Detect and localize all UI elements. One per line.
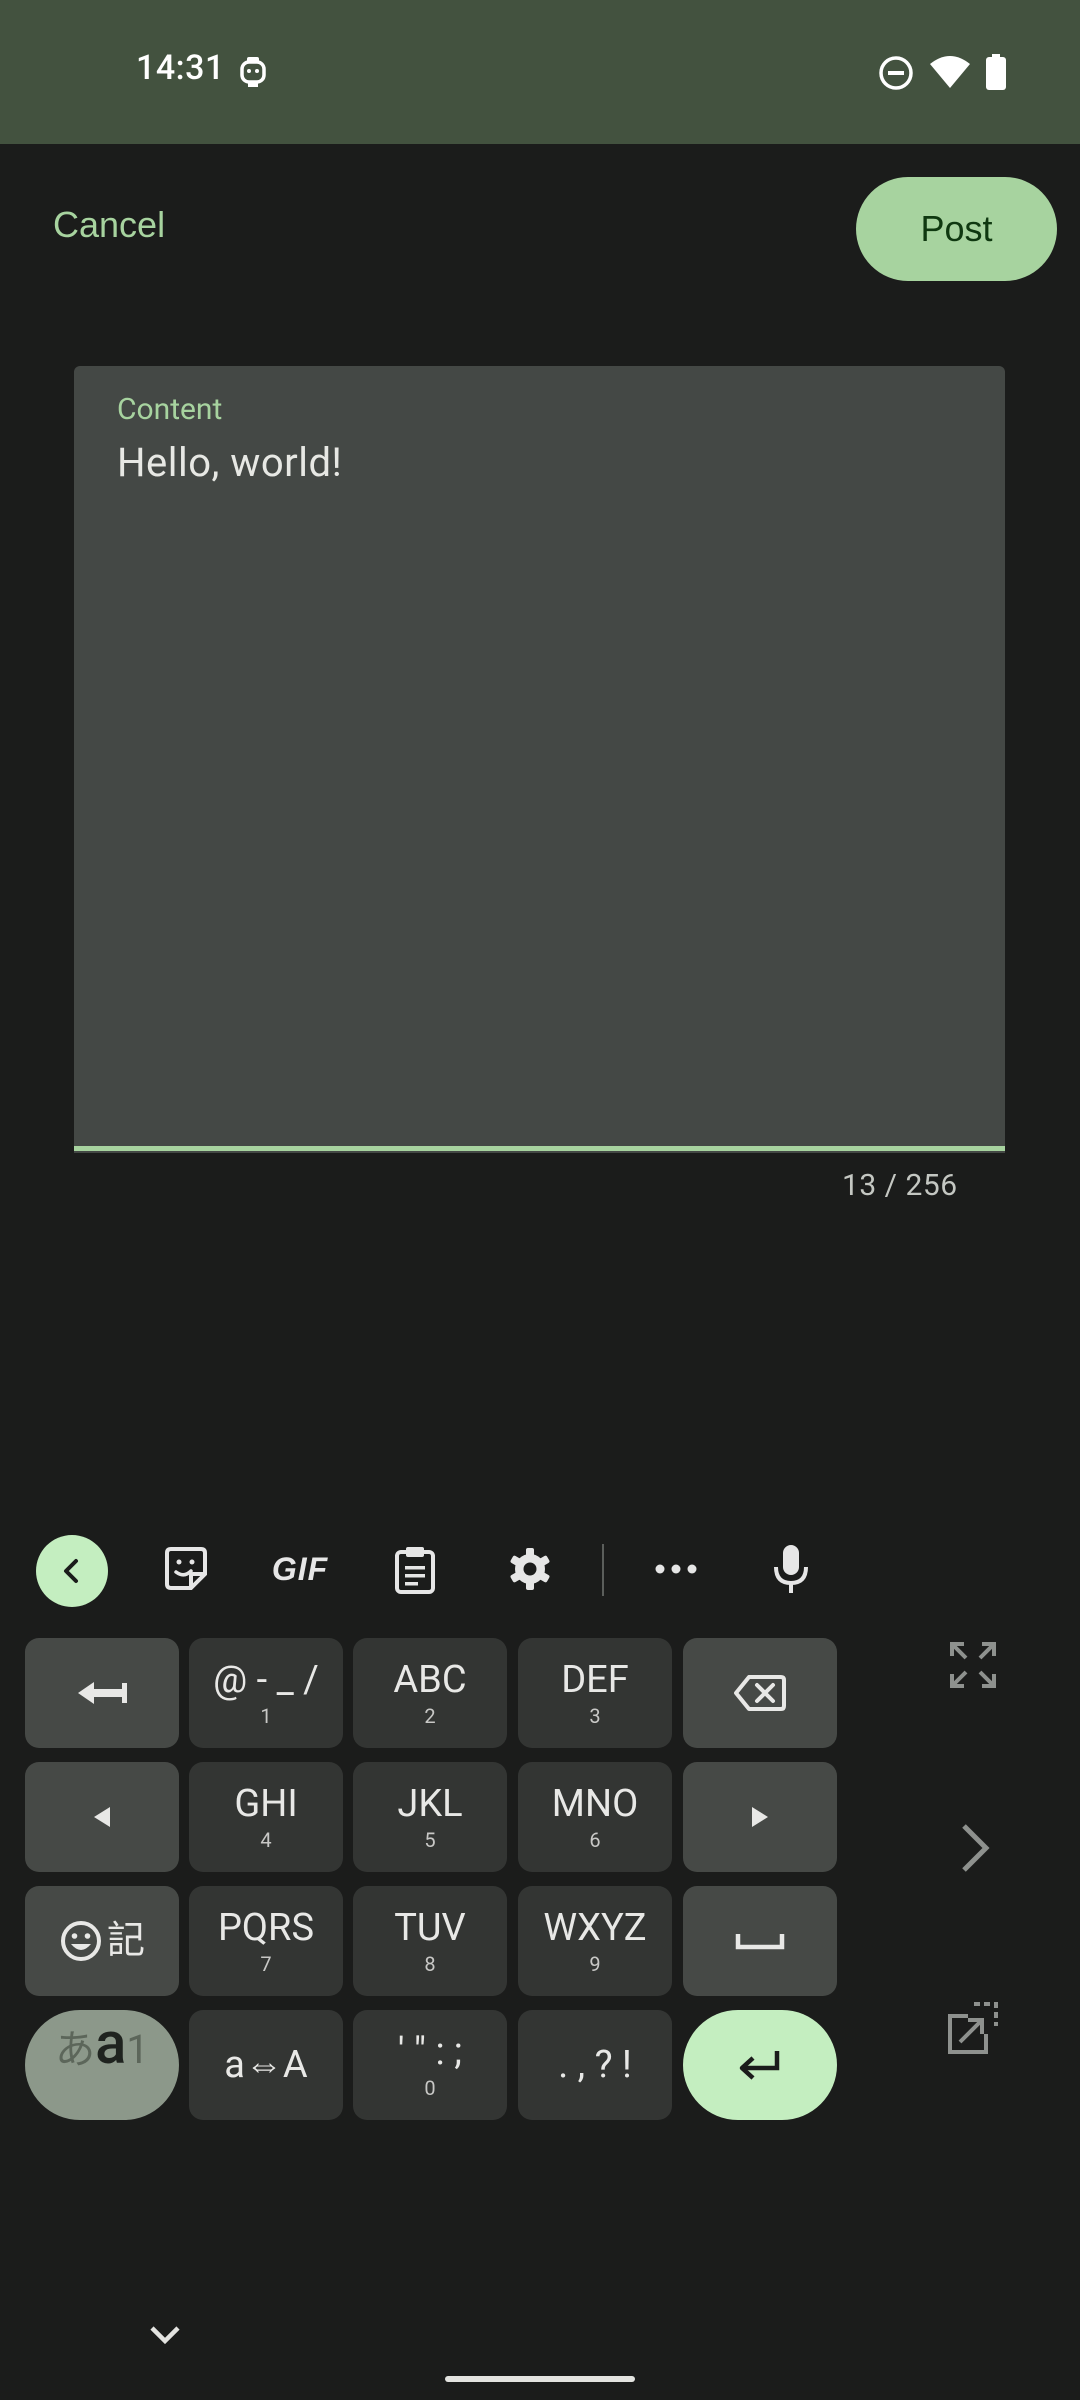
do-not-disturb-icon xyxy=(878,55,914,91)
space-key[interactable] xyxy=(683,1886,837,1996)
number-mode-label: 1 xyxy=(126,2026,149,2073)
navigation-handle[interactable] xyxy=(445,2376,635,2382)
cursor-right-key[interactable] xyxy=(683,1762,837,1872)
content-input[interactable] xyxy=(117,432,977,492)
status-time: 14:31 xyxy=(136,48,225,88)
key-2[interactable]: ABC 2 xyxy=(353,1638,507,1748)
key-3-label: DEF xyxy=(561,1658,629,1702)
key-6-digit: 6 xyxy=(589,1828,601,1852)
case-toggle-label: a⇔A xyxy=(224,2043,308,2087)
cursor-left-key[interactable] xyxy=(25,1762,179,1872)
key-5-digit: 5 xyxy=(424,1828,436,1852)
hide-keyboard-icon[interactable] xyxy=(145,2320,185,2352)
alphabet-mode-label: a xyxy=(95,2010,127,2078)
key-7-digit: 7 xyxy=(260,1952,272,1976)
key-9[interactable]: WXYZ 9 xyxy=(518,1886,672,1996)
more-icon[interactable] xyxy=(640,1533,712,1605)
key-9-digit: 9 xyxy=(589,1952,601,1976)
emoji-icon xyxy=(60,1921,101,1961)
key-4[interactable]: GHI 4 xyxy=(189,1762,343,1872)
enter-key[interactable] xyxy=(683,2010,837,2120)
content-label: Content xyxy=(117,392,223,427)
key-0-digit: 0 xyxy=(424,2076,436,2100)
sticker-icon[interactable] xyxy=(150,1533,222,1605)
key-4-digit: 4 xyxy=(260,1828,272,1852)
key-3[interactable]: DEF 3 xyxy=(518,1638,672,1748)
enter-icon xyxy=(739,2051,780,2080)
key-7-label: PQRS xyxy=(217,1906,315,1950)
key-5-label: JKL xyxy=(397,1782,463,1826)
punctuation-label: . , ? ! xyxy=(558,2043,632,2087)
settings-icon[interactable] xyxy=(494,1533,566,1605)
key-0[interactable]: ' " : ; 0 xyxy=(353,2010,507,2120)
cancel-button[interactable]: Cancel xyxy=(53,204,165,246)
key-8-digit: 8 xyxy=(424,1952,436,1976)
gif-button[interactable]: GIF xyxy=(264,1533,336,1605)
case-toggle-key[interactable]: a⇔A xyxy=(189,2010,343,2120)
clipboard-icon[interactable] xyxy=(379,1533,451,1605)
floating-keyboard-icon[interactable] xyxy=(944,2000,1000,2056)
emoji-symbol-key[interactable]: 記 xyxy=(25,1886,179,1996)
wifi-icon xyxy=(929,54,971,90)
key-6[interactable]: MNO 6 xyxy=(518,1762,672,1872)
expand-keyboard-icon[interactable] xyxy=(948,1640,998,1690)
key-7[interactable]: PQRS 7 xyxy=(189,1886,343,1996)
battery-icon xyxy=(986,54,1006,90)
key-2-digit: 2 xyxy=(424,1704,436,1728)
key-1[interactable]: @ - _ / 1 xyxy=(189,1638,343,1748)
backspace-key[interactable] xyxy=(683,1638,837,1748)
key-0-label: ' " : ; xyxy=(397,2030,463,2074)
key-5[interactable]: JKL 5 xyxy=(353,1762,507,1872)
post-button[interactable]: Post xyxy=(856,177,1057,281)
input-mode-key[interactable]: あ a 1 xyxy=(25,2010,179,2120)
app-notification-icon xyxy=(238,54,268,92)
key-3-digit: 3 xyxy=(589,1704,601,1728)
undo-key[interactable] xyxy=(25,1638,179,1748)
key-6-label: MNO xyxy=(551,1782,639,1826)
microphone-icon[interactable] xyxy=(755,1533,827,1605)
key-4-label: GHI xyxy=(234,1782,298,1826)
character-counter: 13 / 256 xyxy=(842,1168,958,1203)
key-9-label: WXYZ xyxy=(543,1906,647,1950)
content-field-underline xyxy=(74,1146,1005,1151)
collapse-toolbar-icon[interactable] xyxy=(36,1535,108,1607)
key-2-label: ABC xyxy=(393,1658,467,1702)
key-1-label: @ - _ / xyxy=(213,1658,319,1702)
key-8[interactable]: TUV 8 xyxy=(353,1886,507,1996)
chevron-right-icon[interactable] xyxy=(952,1820,996,1876)
key-1-digit: 1 xyxy=(260,1704,272,1728)
toolbar-divider xyxy=(602,1544,604,1596)
hiragana-mode-label: あ xyxy=(55,2026,96,2073)
key-8-label: TUV xyxy=(394,1906,466,1950)
punctuation-key[interactable]: . , ? ! xyxy=(518,2010,672,2120)
kanji-label: 記 xyxy=(106,1919,145,1963)
